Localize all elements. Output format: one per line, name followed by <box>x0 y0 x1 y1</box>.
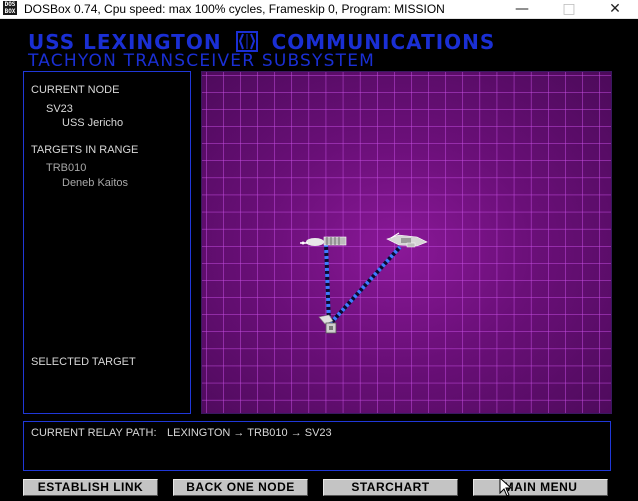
target-item-id[interactable]: TRB010 <box>46 162 86 175</box>
title-section-name: COMMUNICATIONS <box>271 30 496 54</box>
main-menu-button[interactable]: MAIN MENU <box>473 479 608 496</box>
close-button[interactable]: ✕ <box>592 0 638 18</box>
tactical-grid-map[interactable] <box>201 71 612 414</box>
current-node-id: SV23 <box>46 103 73 115</box>
window-title: DOSBox 0.74, Cpu speed: max 100% cycles,… <box>24 2 445 16</box>
game-screen: USS LEXINGTON COMMUNICATIONS TACHYON TRA… <box>0 19 638 501</box>
relay-path-label: CURRENT RELAY PATH: <box>31 427 157 439</box>
page-title: USS LEXINGTON COMMUNICATIONS <box>28 31 495 53</box>
starchart-button[interactable]: STARCHART <box>323 479 458 496</box>
relay-path-value: LEXINGTON → TRB010 → SV23 <box>167 427 332 439</box>
selected-target-label: SELECTED TARGET <box>31 356 136 368</box>
relay-path-panel: CURRENT RELAY PATH: LEXINGTON → TRB010 →… <box>23 421 611 471</box>
establish-link-button[interactable]: ESTABLISH LINK <box>23 479 158 496</box>
current-node-label: CURRENT NODE <box>31 84 120 96</box>
dosbox-app-icon: DOS BOX <box>3 1 17 15</box>
current-node-name: USS Jericho <box>62 117 124 129</box>
minimize-button[interactable]: — <box>499 0 545 18</box>
title-ship-name: USS LEXINGTON <box>28 30 222 54</box>
window-titlebar: DOS BOX DOSBox 0.74, Cpu speed: max 100%… <box>0 0 638 19</box>
target-item-name[interactable]: Deneb Kaitos <box>62 177 128 190</box>
page-subtitle: TACHYON TRANSCEIVER SUBSYSTEM <box>28 51 376 71</box>
targets-in-range-label: TARGETS IN RANGE <box>31 144 139 156</box>
starfleet-emblem-icon <box>235 31 258 52</box>
back-one-node-button[interactable]: BACK ONE NODE <box>173 479 308 496</box>
mouse-cursor-icon <box>499 477 513 497</box>
node-info-panel: CURRENT NODE SV23 USS Jericho TARGETS IN… <box>23 71 191 414</box>
maximize-button[interactable]: □ <box>546 0 592 18</box>
